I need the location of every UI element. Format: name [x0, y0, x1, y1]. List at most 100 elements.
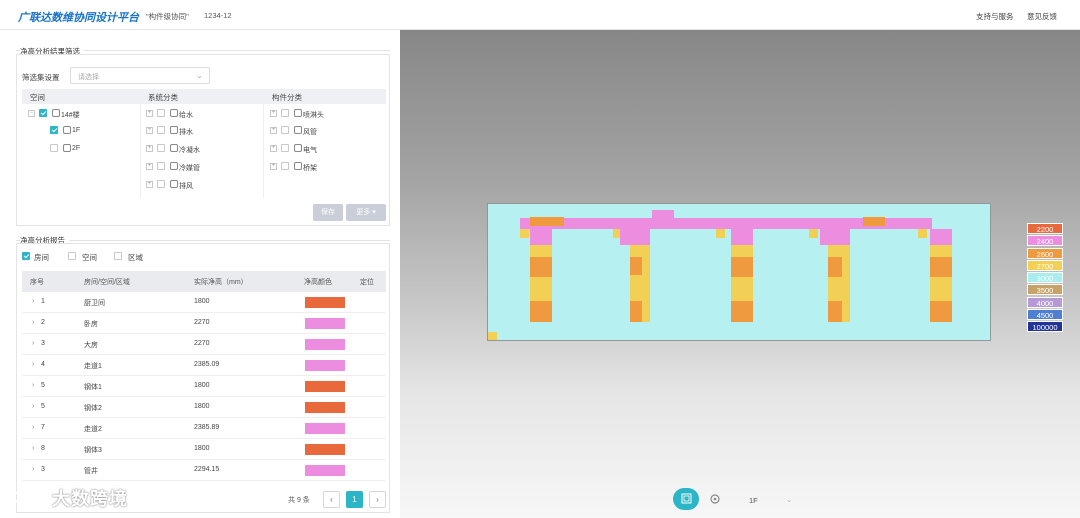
- filter-set-select[interactable]: 请选择 ⌄: [70, 67, 210, 84]
- row-name: 走道2: [84, 426, 102, 433]
- expand-icon[interactable]: +: [146, 163, 153, 170]
- support-link[interactable]: 支持与服务: [976, 11, 1014, 22]
- component-item[interactable]: 喷淋头: [303, 110, 324, 120]
- expand-icon[interactable]: +: [146, 127, 153, 134]
- table-row[interactable]: › 5 钢体2 1800: [22, 397, 386, 418]
- block-yellow: [716, 229, 725, 238]
- table-header: 序号 房间/空间/区域 实际净高（mm） 净高颜色 定位: [22, 271, 386, 292]
- system-item[interactable]: 给水: [179, 110, 193, 120]
- expand-chevron-icon[interactable]: ›: [32, 319, 34, 326]
- row-number: 3: [41, 340, 45, 347]
- row-number: 5: [41, 403, 45, 410]
- table-row[interactable]: › 5 钢体1 1800: [22, 376, 386, 397]
- component-checkbox[interactable]: [281, 144, 289, 152]
- filter-space-label[interactable]: 空间: [82, 252, 97, 263]
- table-row[interactable]: › 1 厨卫间 1800: [22, 292, 386, 313]
- filter-area-label[interactable]: 区域: [128, 252, 143, 263]
- system-checkbox[interactable]: [157, 109, 165, 117]
- feedback-link[interactable]: 意见反馈: [1027, 11, 1057, 22]
- row-height: 1800: [194, 382, 210, 389]
- component-checkbox[interactable]: [281, 162, 289, 170]
- legend-item: 3000: [1027, 272, 1063, 284]
- expand-chevron-icon[interactable]: ›: [32, 382, 34, 389]
- brand-title[interactable]: 广联达数维协同设计平台: [18, 9, 139, 25]
- model-viewport[interactable]: [400, 30, 1080, 518]
- expand-chevron-icon[interactable]: ›: [32, 466, 34, 473]
- legend-item: 100000: [1027, 321, 1063, 333]
- system-item[interactable]: 排风: [179, 181, 193, 191]
- row-height: 1800: [194, 298, 210, 305]
- row-number: 4: [41, 361, 45, 368]
- system-checkbox[interactable]: [157, 162, 165, 170]
- expand-icon[interactable]: +: [270, 110, 277, 117]
- system-checkbox[interactable]: [157, 180, 165, 188]
- table-row[interactable]: › 7 走道2 2385.89: [22, 418, 386, 439]
- row-number: 2: [41, 319, 45, 326]
- space-checkbox-building[interactable]: [39, 109, 47, 117]
- component-item[interactable]: 电气: [303, 145, 317, 155]
- column-segment: [731, 301, 753, 322]
- floor-plan-model[interactable]: [487, 203, 991, 341]
- system-item[interactable]: 冷凝水: [179, 145, 200, 155]
- plan-view-button[interactable]: [673, 488, 699, 510]
- row-name: 钢体2: [84, 405, 102, 412]
- expand-icon[interactable]: −: [28, 110, 35, 117]
- row-height: 2385.09: [194, 361, 220, 368]
- table-row[interactable]: › 3 大房 2270: [22, 334, 386, 355]
- space-node-2f[interactable]: 2F: [72, 145, 80, 152]
- settings-button[interactable]: [703, 488, 729, 510]
- row-name: 管井: [84, 468, 98, 475]
- expand-icon[interactable]: +: [146, 145, 153, 152]
- prev-page-button[interactable]: ‹: [323, 491, 340, 508]
- legend-item: 3500: [1027, 284, 1063, 296]
- save-button[interactable]: 保存: [313, 204, 343, 221]
- system-item[interactable]: 冷媒管: [179, 163, 200, 173]
- expand-icon[interactable]: +: [146, 110, 153, 117]
- system-item[interactable]: 排水: [179, 127, 193, 137]
- col-name: 房间/空间/区域: [84, 279, 130, 286]
- component-item[interactable]: 风管: [303, 127, 317, 137]
- floor-selector[interactable]: 1F: [749, 496, 758, 505]
- expand-chevron-icon[interactable]: ›: [32, 361, 34, 368]
- system-checkbox[interactable]: [157, 144, 165, 152]
- expand-chevron-icon[interactable]: ›: [32, 298, 34, 305]
- more-button[interactable]: 更多 ▾: [346, 204, 386, 221]
- column-segment: [530, 257, 552, 277]
- expand-chevron-icon[interactable]: ›: [32, 445, 34, 452]
- space-checkbox-1f[interactable]: [50, 126, 58, 134]
- expand-icon[interactable]: +: [270, 163, 277, 170]
- filter-space-checkbox[interactable]: [68, 252, 76, 260]
- component-checkbox[interactable]: [281, 126, 289, 134]
- table-row[interactable]: › 4 走道1 2385.09: [22, 355, 386, 376]
- height-color-swatch: [305, 465, 345, 476]
- column-space: 空间: [30, 93, 45, 102]
- system-checkbox[interactable]: [157, 126, 165, 134]
- space-node-1f[interactable]: 1F: [72, 127, 80, 134]
- block-yellow: [918, 229, 927, 238]
- space-checkbox-2f[interactable]: [50, 144, 58, 152]
- row-name: 钢体1: [84, 384, 102, 391]
- space-node-building[interactable]: 14#楼: [61, 110, 80, 120]
- component-icon: [294, 144, 302, 152]
- chevron-down-icon[interactable]: ⌄: [786, 495, 792, 504]
- filter-room-label[interactable]: 房间: [34, 252, 49, 263]
- component-item[interactable]: 桥架: [303, 163, 317, 173]
- row-number: 8: [41, 445, 45, 452]
- expand-icon[interactable]: +: [270, 145, 277, 152]
- expand-chevron-icon[interactable]: ›: [32, 424, 34, 431]
- height-legend: 2200 2400 2600 2700 3000 3500 4000 4500 …: [1027, 223, 1063, 334]
- page-button-current[interactable]: 1: [346, 491, 363, 508]
- expand-icon[interactable]: +: [270, 127, 277, 134]
- expand-chevron-icon[interactable]: ›: [32, 340, 34, 347]
- column-segment: [930, 245, 952, 257]
- table-row[interactable]: › 2 卧房 2270: [22, 313, 386, 334]
- table-row[interactable]: › 8 钢体3 1800: [22, 439, 386, 460]
- filter-room-checkbox[interactable]: [22, 252, 30, 260]
- table-row[interactable]: › 3 管井 2294.15: [22, 460, 386, 481]
- expand-icon[interactable]: +: [146, 181, 153, 188]
- expand-chevron-icon[interactable]: ›: [32, 403, 34, 410]
- column-segment: [530, 301, 552, 322]
- component-checkbox[interactable]: [281, 109, 289, 117]
- next-page-button[interactable]: ›: [369, 491, 386, 508]
- filter-area-checkbox[interactable]: [114, 252, 122, 260]
